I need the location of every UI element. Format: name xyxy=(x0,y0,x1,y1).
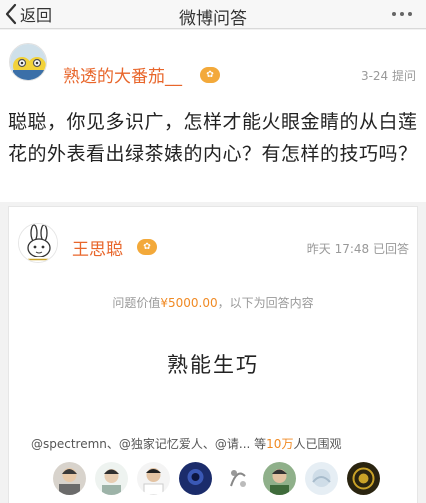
more-dot xyxy=(408,12,412,16)
viewer-avatar[interactable] xyxy=(95,462,128,495)
nav-bar: 返回 微博问答 xyxy=(0,0,426,29)
viewers-prefix: @spectremn、@独家记忆爱人、@请... 等 xyxy=(31,437,267,451)
price-prefix: 问题价值 xyxy=(112,296,161,310)
viewer-avatar[interactable] xyxy=(347,462,380,495)
viewer-avatar[interactable] xyxy=(263,462,296,495)
verified-badge-icon: ✿ xyxy=(200,67,220,83)
price-line: 问题价值¥5000.00，以下为回答内容 xyxy=(9,294,417,311)
minion-avatar-icon xyxy=(10,44,46,80)
more-button[interactable] xyxy=(392,12,414,18)
answer-text: 熟能生巧 xyxy=(167,353,259,377)
price-suffix: ，以下为回答内容 xyxy=(217,296,314,310)
asker-avatar[interactable] xyxy=(9,43,47,81)
answerer-name[interactable]: 王思聪 xyxy=(72,235,123,260)
answerer-avatar[interactable] xyxy=(18,223,58,263)
rabbit-avatar-icon xyxy=(19,224,57,262)
page-title: 微博问答 xyxy=(179,9,247,29)
more-dots-icon xyxy=(392,12,396,16)
verified-badge-icon: ✿ xyxy=(137,239,157,255)
viewer-avatar-row xyxy=(53,462,383,502)
viewer-avatar[interactable] xyxy=(179,462,212,495)
more-dot xyxy=(400,12,404,16)
price-value: ¥5000.00 xyxy=(160,296,218,310)
answer-timestamp: 昨天 17:48 已回答 xyxy=(306,242,409,256)
question-card: 熟透的大番茄__ ✿ 3-24 提问 聪聪，你见多识广，怎样才能火眼金睛的从白莲… xyxy=(0,30,426,202)
viewers-suffix: 人已围观 xyxy=(293,437,342,451)
viewer-avatar[interactable] xyxy=(53,462,86,495)
viewers-line[interactable]: @spectremn、@独家记忆爱人、@请... 等10万人已围观 xyxy=(31,435,341,452)
viewer-avatar[interactable] xyxy=(137,462,170,495)
viewers-count: 10万 xyxy=(266,437,294,451)
question-text: 聪聪，你见多识广，怎样才能火眼金睛的从白莲花的外表看出绿茶婊的内心？有怎样的技巧… xyxy=(8,111,418,165)
question-timestamp: 3-24 提问 xyxy=(360,69,416,83)
answer-card: 王思聪 ✿ 昨天 17:48 已回答 问题价值¥5000.00，以下为回答内容 … xyxy=(8,206,418,503)
viewer-avatar[interactable] xyxy=(305,462,338,495)
asker-name[interactable]: 熟透的大番茄__ xyxy=(63,62,182,87)
viewer-avatar[interactable] xyxy=(221,462,254,495)
